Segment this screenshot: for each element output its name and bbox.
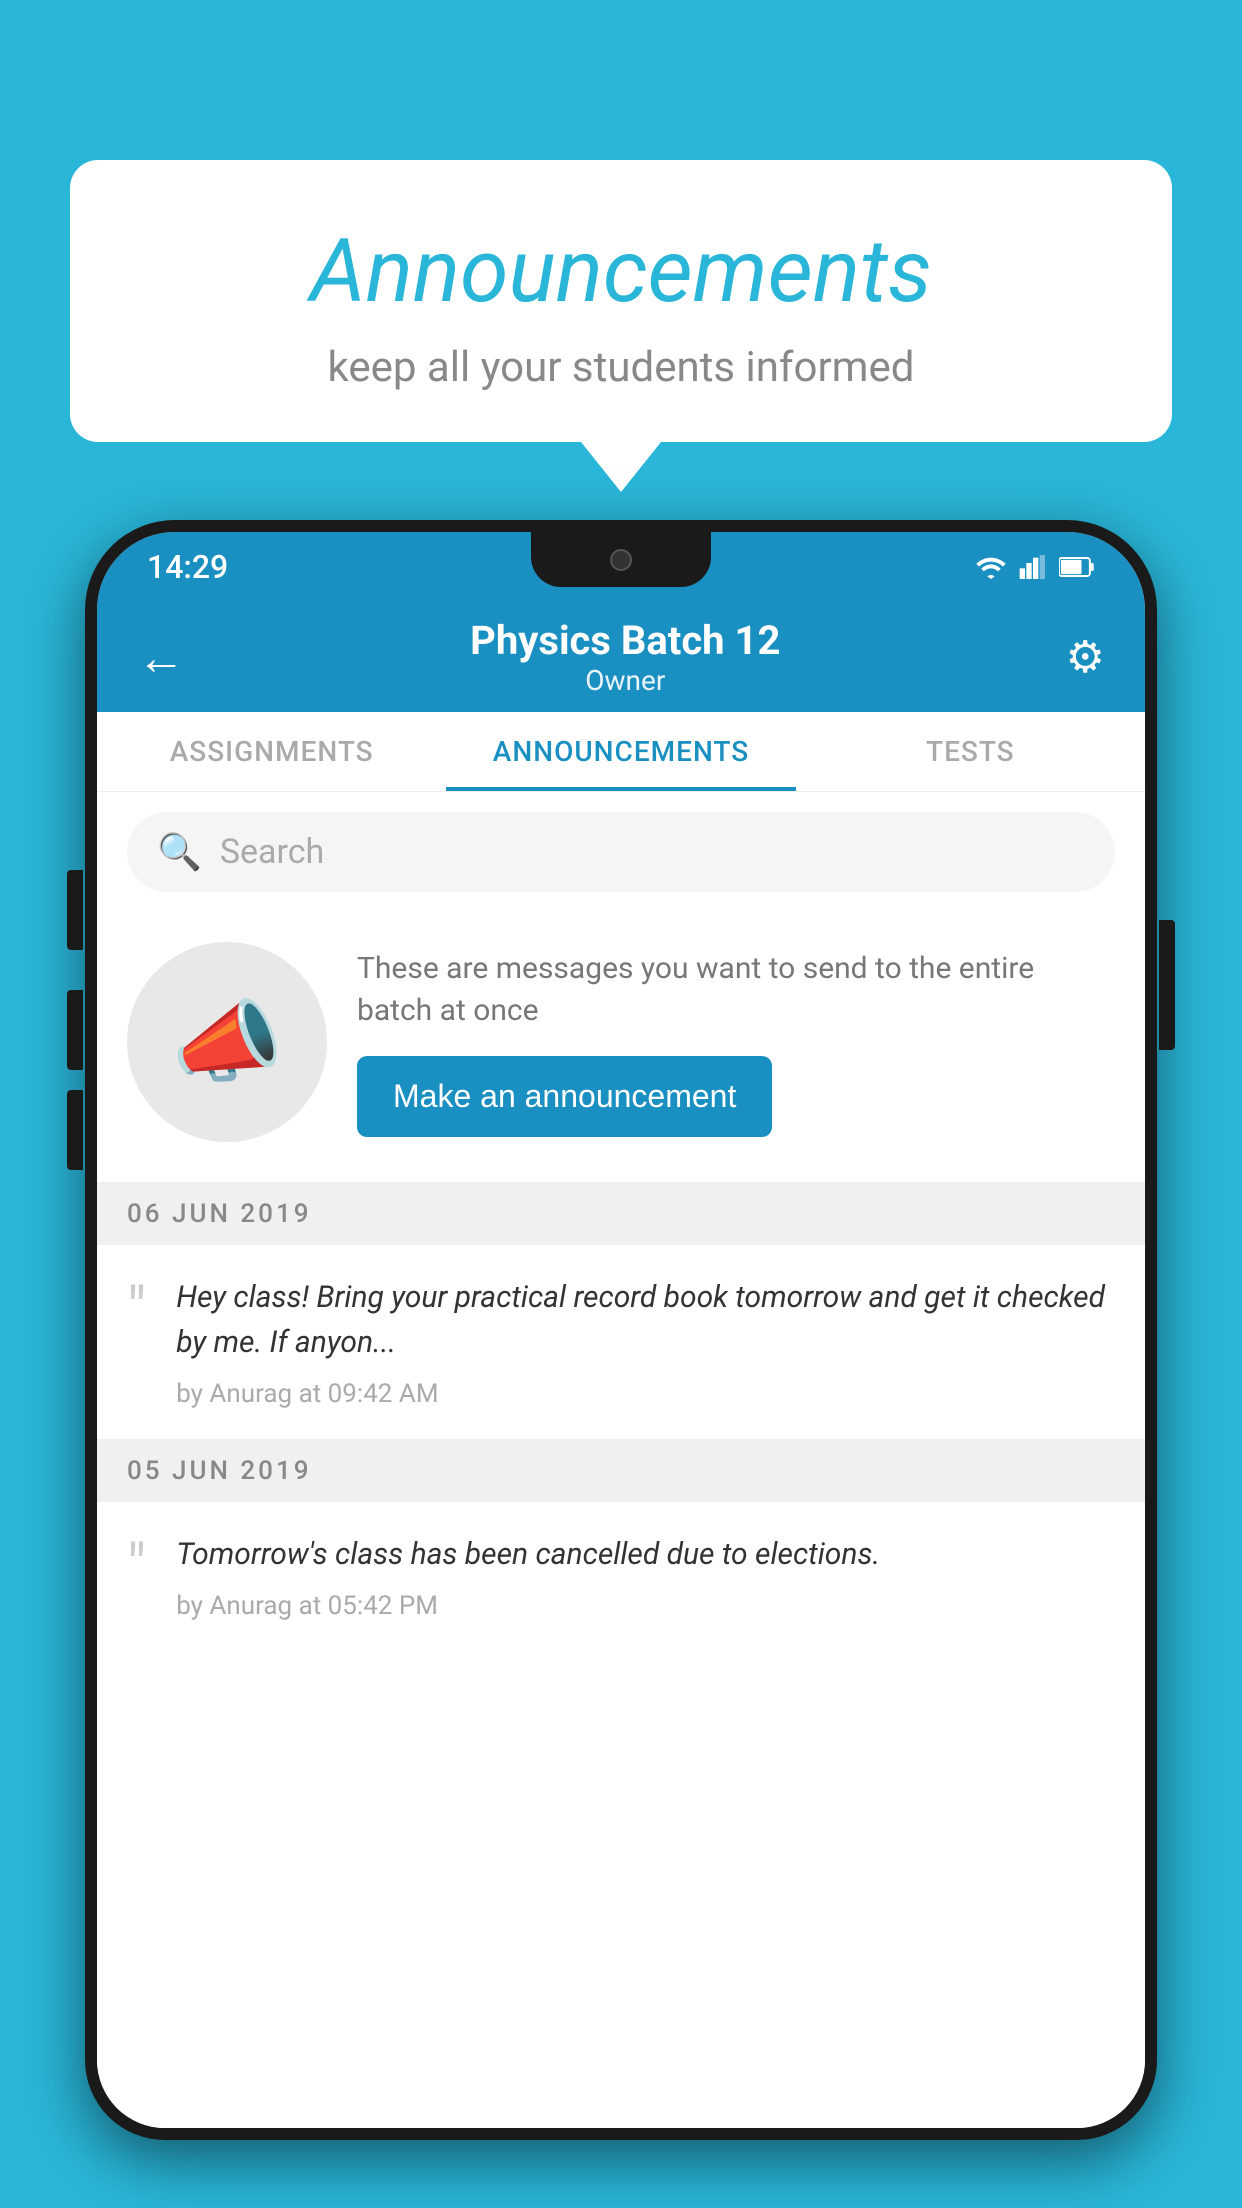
wifi-icon: [975, 555, 1007, 579]
megaphone-icon: 📣: [171, 990, 283, 1095]
tab-assignments[interactable]: ASSIGNMENTS: [97, 712, 446, 791]
announcement-text-2: Tomorrow's class has been cancelled due …: [176, 1532, 1115, 1577]
bubble-subtitle: keep all your students informed: [150, 343, 1092, 392]
announcement-meta-1: by Anurag at 09:42 AM: [176, 1379, 1115, 1409]
quote-icon-2: ": [127, 1537, 146, 1621]
phone-screen: 14:29: [97, 532, 1145, 2128]
megaphone-circle: 📣: [127, 942, 327, 1142]
date-divider-2: 05 JUN 2019: [97, 1440, 1145, 1502]
date-divider-1: 06 JUN 2019: [97, 1183, 1145, 1245]
announcement-text-1: Hey class! Bring your practical record b…: [176, 1275, 1115, 1365]
back-button[interactable]: ←: [137, 629, 185, 686]
announcement-item-1[interactable]: " Hey class! Bring your practical record…: [97, 1245, 1145, 1440]
announcement-content-2: Tomorrow's class has been cancelled due …: [176, 1532, 1115, 1621]
phone-mockup: 14:29: [85, 520, 1157, 2208]
prompt-description: These are messages you want to send to t…: [357, 948, 1115, 1032]
tab-tests[interactable]: TESTS: [796, 712, 1145, 791]
announcement-prompt: 📣 These are messages you want to send to…: [97, 912, 1145, 1183]
bubble-arrow: [581, 442, 661, 492]
speech-bubble-card: Announcements keep all your students inf…: [70, 160, 1172, 442]
signal-icon: [1019, 555, 1047, 579]
status-icons: [975, 555, 1095, 579]
batch-title: Physics Batch 12: [470, 617, 780, 664]
phone-outer-shell: 14:29: [85, 520, 1157, 2140]
battery-icon: [1059, 555, 1095, 579]
search-bar[interactable]: 🔍 Search: [127, 812, 1115, 892]
settings-button[interactable]: ⚙: [1066, 631, 1105, 683]
status-time: 14:29: [147, 548, 228, 586]
bubble-title: Announcements: [150, 220, 1092, 323]
status-bar: 14:29: [97, 532, 1145, 602]
batch-subtitle: Owner: [470, 664, 780, 697]
announcement-item-2[interactable]: " Tomorrow's class has been cancelled du…: [97, 1502, 1145, 1651]
app-header: ← Physics Batch 12 Owner ⚙: [97, 602, 1145, 712]
content-area: 🔍 Search 📣 These are messages you want t…: [97, 792, 1145, 2128]
tabs-bar: ASSIGNMENTS ANNOUNCEMENTS TESTS: [97, 712, 1145, 792]
quote-icon-1: ": [127, 1280, 146, 1409]
announcement-meta-2: by Anurag at 05:42 PM: [176, 1591, 1115, 1621]
camera-dot: [610, 549, 632, 571]
speech-bubble-section: Announcements keep all your students inf…: [70, 160, 1172, 492]
make-announcement-button[interactable]: Make an announcement: [357, 1056, 772, 1137]
tab-announcements[interactable]: ANNOUNCEMENTS: [446, 712, 795, 791]
phone-notch: [531, 532, 711, 587]
search-icon: 🔍: [157, 831, 202, 873]
search-placeholder: Search: [220, 832, 324, 872]
announcement-content-1: Hey class! Bring your practical record b…: [176, 1275, 1115, 1409]
prompt-content: These are messages you want to send to t…: [357, 948, 1115, 1137]
header-title-group: Physics Batch 12 Owner: [470, 617, 780, 697]
